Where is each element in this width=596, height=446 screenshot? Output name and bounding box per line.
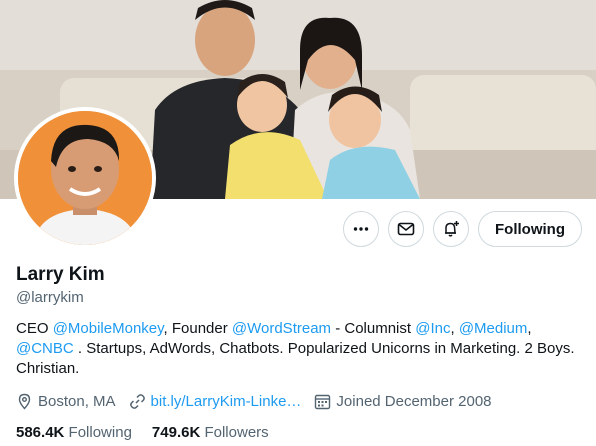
link-icon (129, 394, 145, 409)
bio-text: , (450, 320, 459, 337)
website-item[interactable]: bit.ly/LarryKim-Linke… (129, 393, 302, 410)
calendar-icon (315, 394, 331, 410)
profile-meta: Boston, MA bit.ly/LarryKim-Linke… Joined… (16, 393, 505, 410)
profile-bio: CEO @MobileMonkey, Founder @WordStream -… (16, 319, 586, 379)
profile-actions: Following (343, 211, 582, 247)
profile-handle: @larrykim (16, 289, 84, 306)
bio-text: , (527, 320, 532, 337)
message-button[interactable] (388, 211, 425, 247)
message-icon (397, 222, 415, 236)
followers-label: Followers (204, 424, 269, 441)
bio-text: CEO (16, 320, 53, 337)
followers-count-link[interactable]: 749.6K Followers (152, 424, 269, 441)
joined-item: Joined December 2008 (314, 393, 492, 410)
bio-text: . Startups, AdWords, Chatbots. Populariz… (16, 340, 575, 377)
bell-plus-icon (445, 221, 460, 237)
mention-link[interactable]: @Inc (415, 320, 450, 337)
more-button[interactable] (343, 211, 380, 247)
mention-link[interactable]: @Medium (459, 320, 528, 337)
notify-button[interactable] (433, 211, 470, 247)
location-text: Boston, MA (38, 393, 116, 410)
profile-name: Larry Kim (16, 264, 105, 285)
bio-text: , Founder (163, 320, 232, 337)
following-label: Following (68, 424, 132, 441)
following-button[interactable]: Following (478, 211, 582, 247)
mention-link[interactable]: @MobileMonkey (53, 320, 164, 337)
following-count-link[interactable]: 586.4K Following (16, 424, 132, 441)
mention-link[interactable]: @CNBC (16, 340, 74, 357)
location-pin-icon (18, 393, 31, 410)
followers-count: 749.6K (151, 424, 201, 441)
location-item: Boston, MA (16, 393, 116, 410)
joined-text: Joined December 2008 (336, 393, 492, 410)
avatar-photo (18, 111, 152, 245)
website-link[interactable]: bit.ly/LarryKim-Linke… (151, 393, 302, 410)
profile-avatar[interactable] (14, 107, 156, 249)
profile-stats: 586.4K Following 749.6K Followers (16, 424, 289, 441)
bio-text: - Columnist (331, 320, 416, 337)
mention-link[interactable]: @WordStream (232, 320, 331, 337)
following-count: 586.4K (16, 424, 65, 441)
more-icon (353, 227, 369, 231)
